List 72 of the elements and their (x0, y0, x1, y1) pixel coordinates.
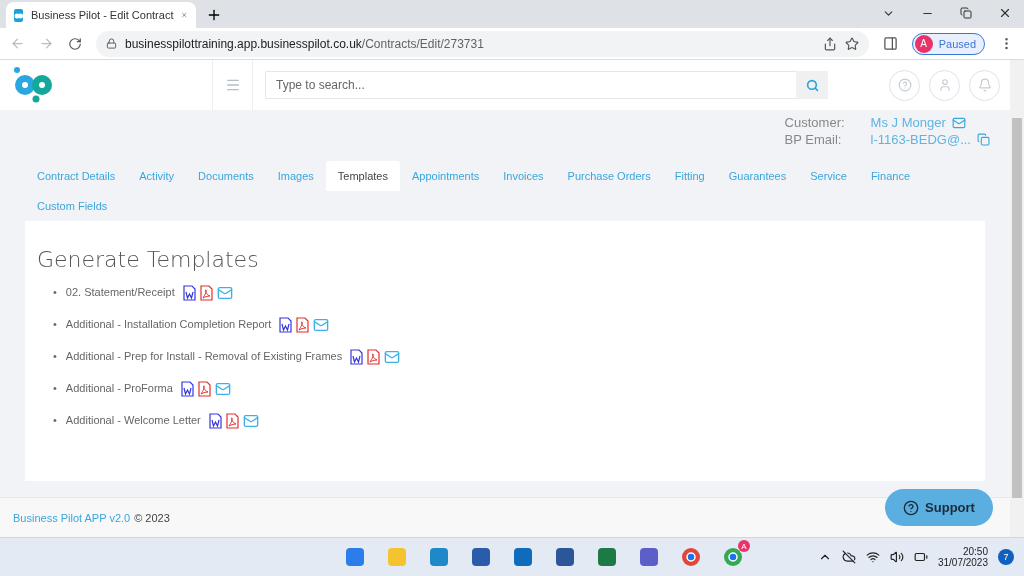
tab[interactable]: Templates (325, 161, 400, 191)
lock-icon (106, 38, 117, 49)
bullet: • (53, 350, 57, 362)
template-name: Additional - Installation Completion Report (65, 318, 272, 330)
clock[interactable]: 20:50 31/07/2023 (937, 546, 988, 568)
mail-icon[interactable] (214, 381, 231, 398)
section-title: Generate Templates (37, 247, 260, 272)
tab[interactable]: Appointments (399, 161, 492, 191)
search-field[interactable]: Type to search... (265, 71, 796, 99)
mail-icon[interactable] (384, 349, 401, 366)
side-panel-icon[interactable] (882, 36, 898, 51)
new-tab-icon[interactable] (206, 7, 222, 23)
site-icon (14, 8, 23, 22)
reload-icon[interactable] (68, 36, 82, 51)
battery-icon[interactable] (913, 550, 928, 564)
info-label: BP Email: (784, 132, 843, 147)
template-name: 02. Statement/Receipt (65, 286, 175, 298)
pdf-document-icon[interactable] (225, 413, 239, 430)
profile-button[interactable]: A Paused (911, 32, 985, 55)
support-button[interactable]: Support (885, 489, 993, 526)
tab[interactable]: Purchase Orders (555, 161, 663, 191)
bullet: • (53, 286, 57, 298)
close-icon[interactable] (998, 6, 1012, 20)
bullet: • (53, 318, 57, 330)
mail-icon[interactable] (313, 317, 330, 334)
pdf-document-icon[interactable] (296, 317, 310, 334)
search-icon[interactable] (805, 78, 819, 92)
address-bar[interactable]: businesspilottraining.app.businesspilot.co.uk/Contracts/Edit/273731 (96, 30, 869, 57)
browser-tab[interactable]: Business Pilot - Edit Contract (6, 2, 196, 28)
mail-icon[interactable] (242, 413, 259, 430)
pdf-document-icon[interactable] (199, 285, 213, 302)
help-icon[interactable] (903, 499, 920, 516)
volume-icon[interactable] (889, 550, 904, 564)
profile-badge: A (738, 540, 750, 552)
search-button[interactable] (796, 71, 828, 99)
word-document-icon[interactable] (350, 349, 364, 366)
notification-badge[interactable]: 7 (998, 549, 1014, 565)
wifi-icon[interactable] (865, 550, 880, 564)
template-name: Additional - Prep for Install - Removal of Existing Frames (65, 350, 343, 362)
info-link[interactable]: Ms J Monger (870, 115, 946, 130)
tab[interactable]: Fitting (662, 161, 717, 191)
bullet: • (53, 382, 57, 394)
template-name: Additional - Welcome Letter (65, 414, 201, 426)
version-link[interactable]: Business Pilot APP v2.0 (13, 511, 131, 524)
word-document-icon[interactable] (180, 381, 194, 398)
tab[interactable]: Documents (186, 161, 266, 191)
word-document-icon[interactable] (182, 285, 196, 302)
pdf-document-icon[interactable] (367, 349, 381, 366)
cloud-off-icon[interactable] (841, 550, 856, 564)
info-label: Customer: (784, 115, 846, 130)
pdf-document-icon[interactable] (197, 381, 211, 398)
scrollbar[interactable] (1010, 60, 1024, 537)
copyright-text: © 2023 (134, 511, 170, 524)
tab[interactable]: Invoices (491, 161, 556, 191)
bullet: • (53, 414, 57, 426)
restore-icon[interactable] (960, 7, 972, 19)
tab[interactable]: Contract Details (25, 161, 128, 191)
tab[interactable]: Service (798, 161, 859, 191)
tab[interactable]: Custom Fields (25, 191, 120, 221)
tab[interactable]: Guarantees (716, 161, 799, 191)
mail-icon[interactable] (216, 285, 233, 302)
template-name: Additional - ProForma (65, 382, 173, 394)
star-icon[interactable] (844, 36, 859, 51)
copy-icon[interactable] (977, 133, 990, 146)
mail-icon[interactable] (951, 115, 966, 130)
tab[interactable]: Finance (858, 161, 923, 191)
tab[interactable]: Activity (127, 161, 187, 191)
word-document-icon[interactable] (279, 317, 293, 334)
share-icon[interactable] (822, 36, 837, 51)
info-link[interactable]: l-1163-BEDG@... (870, 132, 971, 147)
word-document-icon[interactable] (208, 413, 222, 430)
tab[interactable]: Images (265, 161, 326, 191)
